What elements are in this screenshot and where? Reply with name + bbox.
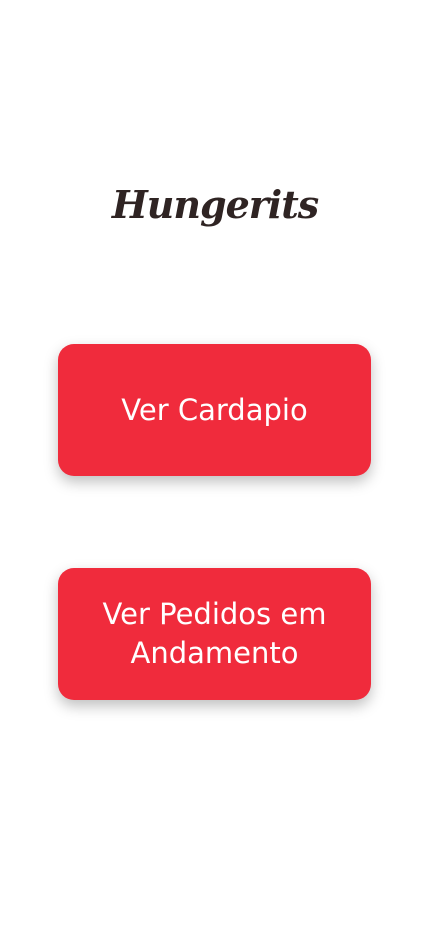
app-logo: Hungerits xyxy=(111,182,319,227)
view-menu-button-label: Ver Cardapio xyxy=(121,392,308,427)
home-screen: Hungerits Ver Cardapio Ver Pedidos em An… xyxy=(0,0,430,932)
view-orders-in-progress-button[interactable]: Ver Pedidos em Andamento xyxy=(58,568,371,700)
view-menu-button[interactable]: Ver Cardapio xyxy=(58,344,371,476)
view-orders-in-progress-button-label: Ver Pedidos em Andamento xyxy=(102,597,327,670)
